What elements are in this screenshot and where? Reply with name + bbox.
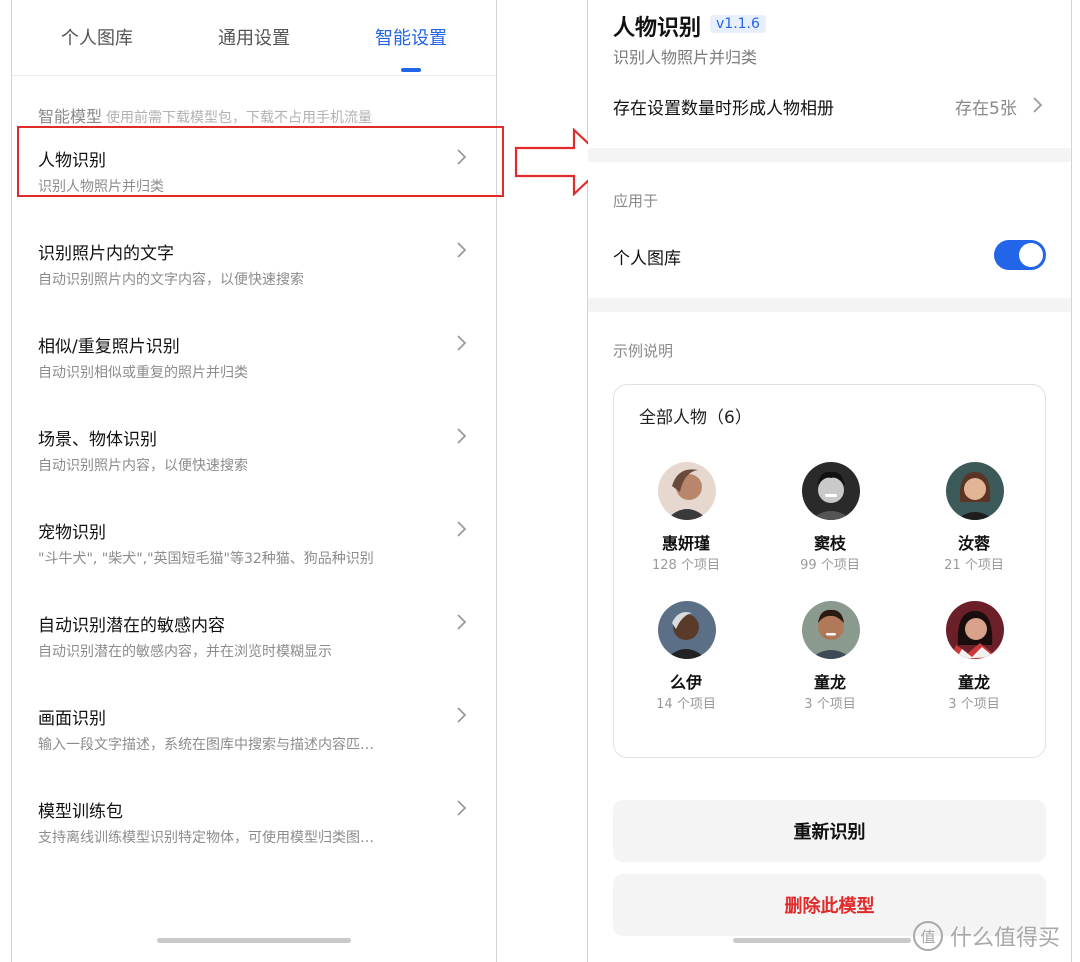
avatar <box>658 462 716 520</box>
model-item-scene-recognition[interactable]: 场景、物体识别 自动识别照片内容，以便快速搜索 <box>12 415 496 495</box>
model-item-training-pack[interactable]: 模型训练包 支持离线训练模型识别特定物体，可使用模型归类图… <box>12 787 496 867</box>
person-count: 128 个项目 <box>652 558 720 573</box>
chevron-right-icon <box>457 335 467 351</box>
section-title: 智能模型 <box>38 107 103 126</box>
item-title: 自动识别潜在的敏感内容 <box>38 616 225 636</box>
page-subtitle: 识别人物照片并归类 <box>613 48 758 67</box>
person-card[interactable]: 窦枝 99 个项目 <box>760 462 900 582</box>
item-title: 相似/重复照片识别 <box>38 337 180 357</box>
item-description: 支持离线训练模型识别特定物体，可使用模型归类图… <box>38 830 374 846</box>
section-hint: 使用前需下载模型包，下载不占用手机流量 <box>106 110 373 126</box>
home-indicator[interactable] <box>157 938 351 943</box>
tab-personal-gallery[interactable]: 个人图库 <box>61 24 133 50</box>
person-recognition-detail: 人物识别 v1.1.6 识别人物照片并归类 存在设置数量时形成人物相册 存在5张… <box>588 0 1071 962</box>
person-name: 么伊 <box>669 673 702 692</box>
svg-text:值: 值 <box>920 928 935 946</box>
item-title: 画面识别 <box>38 709 106 729</box>
person-count: 21 个项目 <box>944 558 1004 573</box>
person-count: 3 个项目 <box>948 697 1000 712</box>
person-name: 童龙 <box>813 673 846 692</box>
chevron-right-icon <box>1033 97 1043 113</box>
tab-smart-settings[interactable]: 智能设置 <box>375 24 447 50</box>
item-title: 宠物识别 <box>38 523 106 543</box>
apply-gallery-row: 个人图库 <box>588 232 1071 282</box>
avatar <box>802 601 860 659</box>
chevron-right-icon <box>457 707 467 723</box>
person-card[interactable]: 童龙 3 个项目 <box>760 601 900 721</box>
person-name: 惠妍瑾 <box>661 534 710 553</box>
tab-general-settings[interactable]: 通用设置 <box>218 24 290 50</box>
item-description: 自动识别相似或重复的照片并归类 <box>38 365 248 381</box>
person-count: 99 个项目 <box>800 558 860 573</box>
model-item-text-recognition[interactable]: 识别照片内的文字 自动识别照片内的文字内容，以便快速搜索 <box>12 229 496 309</box>
item-title: 识别照片内的文字 <box>38 244 174 264</box>
item-description: 自动识别潜在的敏感内容，并在浏览时模糊显示 <box>38 644 332 660</box>
home-indicator[interactable] <box>733 938 911 943</box>
item-description: 输入一段文字描述，系统在图库中搜索与描述内容匹… <box>38 737 374 753</box>
apply-gallery-label: 个人图库 <box>613 249 681 269</box>
apply-to-label: 应用于 <box>613 192 659 210</box>
model-item-image-search[interactable]: 画面识别 输入一段文字描述，系统在图库中搜索与描述内容匹… <box>12 694 496 774</box>
person-card[interactable]: 汝蓉 21 个项目 <box>904 462 1044 582</box>
watermark-text: 什么值得买 <box>950 926 1061 951</box>
tab-divider <box>12 75 496 76</box>
section-divider <box>588 298 1071 312</box>
chevron-right-icon <box>457 614 467 630</box>
person-card[interactable]: 么伊 14 个项目 <box>616 601 756 721</box>
example-card: 全部人物（6） 惠妍瑾 128 个项目 窦枝 99 个项目 汝蓉 21 个项目 <box>613 384 1046 758</box>
toggle-knob <box>1019 243 1043 267</box>
item-title: 模型训练包 <box>38 802 123 822</box>
apply-gallery-toggle[interactable] <box>994 240 1046 270</box>
model-item-pet-recognition[interactable]: 宠物识别 "斗牛犬", "柴犬","英国短毛猫"等32种猫、狗品种识别 <box>12 508 496 588</box>
chevron-right-icon <box>457 428 467 444</box>
person-card[interactable]: 惠妍瑾 128 个项目 <box>616 462 756 582</box>
album-threshold-value: 存在5张 <box>955 99 1017 119</box>
watermark-logo-icon: 值 <box>913 921 943 951</box>
item-description: 自动识别照片内容，以便快速搜索 <box>38 458 248 474</box>
avatar <box>946 462 1004 520</box>
chevron-right-icon <box>457 800 467 816</box>
highlight-box <box>17 126 504 197</box>
avatar <box>658 601 716 659</box>
person-card[interactable]: 童龙 3 个项目 <box>904 601 1044 721</box>
section-divider <box>588 148 1071 162</box>
page-title: 人物识别 <box>613 16 702 41</box>
item-description: "斗牛犬", "柴犬","英国短毛猫"等32种猫、狗品种识别 <box>38 551 374 567</box>
album-threshold-label: 存在设置数量时形成人物相册 <box>613 99 834 119</box>
person-name: 汝蓉 <box>957 534 990 553</box>
person-name: 童龙 <box>957 673 990 692</box>
section-header: 智能模型 使用前需下载模型包，下载不占用手机流量 <box>38 103 372 127</box>
item-title: 场景、物体识别 <box>38 430 157 450</box>
avatar <box>802 462 860 520</box>
item-description: 自动识别照片内的文字内容，以便快速搜索 <box>38 272 304 288</box>
tab-bar: 个人图库 通用设置 智能设置 <box>12 0 496 76</box>
rescan-button[interactable]: 重新识别 <box>613 800 1046 862</box>
person-count: 14 个项目 <box>656 697 716 712</box>
active-tab-indicator <box>401 68 421 72</box>
person-count: 3 个项目 <box>804 697 856 712</box>
avatar <box>946 601 1004 659</box>
album-threshold-row[interactable]: 存在设置数量时形成人物相册 存在5张 <box>588 78 1071 134</box>
watermark: 值 什么值得买 <box>912 918 1060 954</box>
chevron-right-icon <box>457 521 467 537</box>
chevron-right-icon <box>457 242 467 258</box>
model-item-duplicate-recognition[interactable]: 相似/重复照片识别 自动识别相似或重复的照片并归类 <box>12 322 496 402</box>
model-item-sensitive-content[interactable]: 自动识别潜在的敏感内容 自动识别潜在的敏感内容，并在浏览时模糊显示 <box>12 601 496 681</box>
all-people-title: 全部人物（6） <box>639 408 752 428</box>
version-badge: v1.1.6 <box>710 15 766 33</box>
person-name: 窦枝 <box>813 534 846 553</box>
example-label: 示例说明 <box>613 342 674 360</box>
